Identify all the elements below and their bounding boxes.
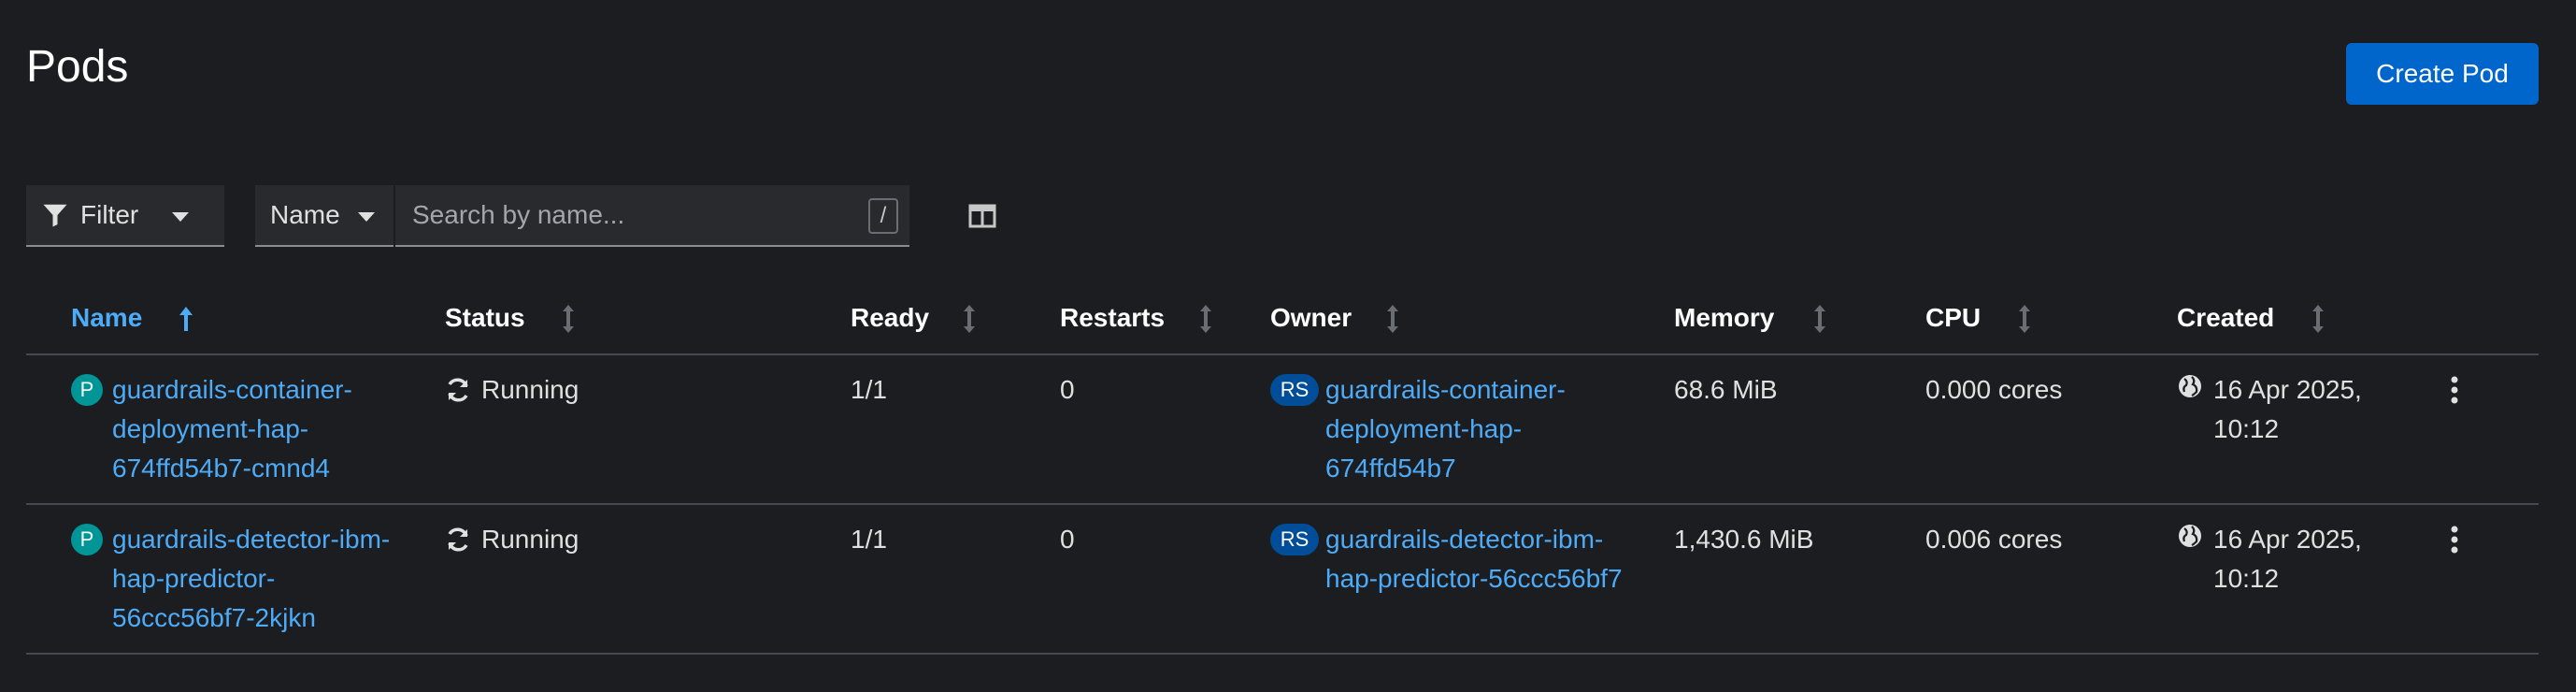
ready-value: 1/1 (851, 375, 887, 404)
globe-icon (2179, 375, 2201, 397)
caret-down-icon (358, 212, 375, 222)
row-divider (26, 503, 2539, 505)
pod-badge: P (71, 524, 103, 555)
sync-icon (448, 527, 468, 552)
sort-icon[interactable] (2016, 303, 2033, 335)
filter-label: Filter (80, 200, 139, 229)
pod-name-link[interactable]: guardrails-container- deployment-hap- 67… (112, 370, 352, 488)
column-header-ready[interactable]: Ready (851, 303, 929, 333)
replicaset-badge: RS (1270, 374, 1319, 406)
page-title: Pods (26, 42, 129, 92)
sort-icon[interactable] (2310, 303, 2326, 335)
kebab-menu-icon[interactable] (2449, 526, 2460, 554)
sync-icon (448, 378, 468, 402)
sort-icon[interactable] (560, 303, 577, 335)
globe-icon (2179, 525, 2201, 547)
caret-down-icon (172, 212, 189, 222)
created-value: 16 Apr 2025, 10:12 (2213, 525, 2362, 593)
restarts-value: 0 (1060, 525, 1075, 554)
owner-link[interactable]: guardrails-container- deployment-hap- 67… (1325, 370, 1566, 488)
replicaset-badge: RS (1270, 524, 1319, 555)
sort-icon[interactable] (961, 303, 978, 335)
cpu-value: 0.006 cores (1925, 525, 2063, 554)
pod-badge: P (71, 374, 103, 406)
ready-value: 1/1 (851, 525, 887, 554)
column-header-name[interactable]: Name (71, 303, 142, 333)
sort-icon[interactable] (1197, 303, 1214, 335)
sort-icon[interactable] (1811, 303, 1828, 335)
create-pod-button[interactable]: Create Pod (2346, 43, 2539, 105)
restarts-value: 0 (1060, 375, 1075, 404)
memory-value: 1,430.6 MiB (1674, 525, 1814, 554)
kebab-menu-icon[interactable] (2449, 376, 2460, 404)
shortcut-hint: / (868, 198, 898, 234)
status-text: Running (481, 525, 580, 554)
header-divider (26, 353, 2539, 355)
columns-icon[interactable] (968, 204, 996, 228)
cpu-value: 0.000 cores (1925, 375, 2063, 404)
sort-ascending-icon[interactable] (178, 303, 194, 335)
row-divider (26, 653, 2539, 655)
column-header-cpu[interactable]: CPU (1925, 303, 1981, 333)
created-value: 16 Apr 2025, 10:12 (2213, 375, 2362, 443)
search-input[interactable] (410, 185, 825, 245)
filter-dropdown[interactable]: Filter (26, 185, 224, 247)
column-header-created[interactable]: Created (2177, 303, 2274, 333)
attribute-select[interactable]: Name (255, 185, 394, 247)
column-header-memory[interactable]: Memory (1674, 303, 1774, 333)
attribute-select-label: Name (270, 200, 340, 229)
column-header-owner[interactable]: Owner (1270, 303, 1352, 333)
column-header-status[interactable]: Status (445, 303, 525, 333)
sort-icon[interactable] (1384, 303, 1401, 335)
filter-icon (43, 204, 67, 227)
search-box: / (395, 185, 909, 247)
memory-value: 68.6 MiB (1674, 375, 1778, 404)
pod-name-link[interactable]: guardrails-detector-ibm- hap-predictor- … (112, 520, 390, 638)
column-header-restarts[interactable]: Restarts (1060, 303, 1165, 333)
owner-link[interactable]: guardrails-detector-ibm- hap-predictor-5… (1325, 520, 1623, 598)
status-text: Running (481, 375, 580, 404)
